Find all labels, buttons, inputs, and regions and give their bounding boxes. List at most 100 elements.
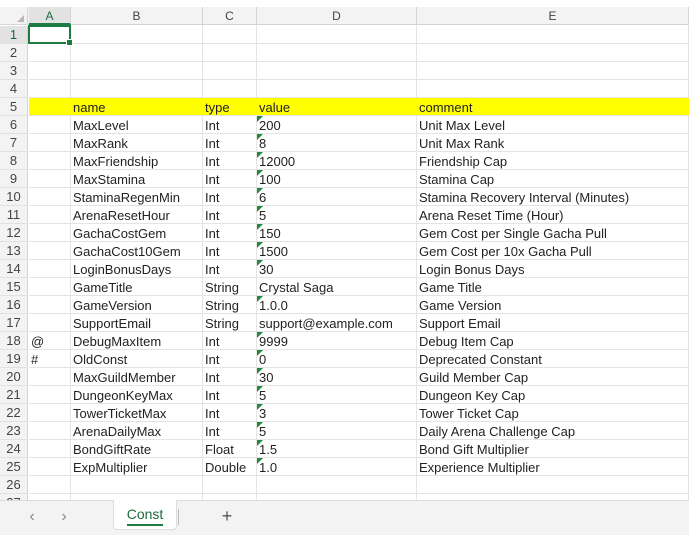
- cell-a10[interactable]: [29, 188, 71, 206]
- select-all-button[interactable]: [0, 7, 28, 25]
- cell-d10[interactable]: 6: [257, 188, 417, 206]
- cell-c11[interactable]: Int: [203, 206, 257, 224]
- cell-e25[interactable]: Experience Multiplier: [417, 458, 689, 476]
- cell-b19[interactable]: OldConst: [71, 350, 203, 368]
- cell-c18[interactable]: Int: [203, 332, 257, 350]
- cell-a21[interactable]: [29, 386, 71, 404]
- cell-d21[interactable]: 5: [257, 386, 417, 404]
- cell-a12[interactable]: [29, 224, 71, 242]
- cell-a22[interactable]: [29, 404, 71, 422]
- add-sheet-button[interactable]: +: [218, 506, 236, 526]
- row-header[interactable]: 25: [0, 458, 28, 476]
- cell-e16[interactable]: Game Version: [417, 296, 689, 314]
- cell-e1[interactable]: [417, 26, 689, 44]
- cell-c2[interactable]: [203, 44, 257, 62]
- row-header[interactable]: 21: [0, 386, 28, 404]
- cell-d5[interactable]: value: [257, 98, 417, 116]
- cell-d6[interactable]: 200: [257, 116, 417, 134]
- cell-d26[interactable]: [257, 476, 417, 494]
- cell-a19[interactable]: #: [29, 350, 71, 368]
- row-header[interactable]: 16: [0, 296, 28, 314]
- cell-c10[interactable]: Int: [203, 188, 257, 206]
- cell-b3[interactable]: [71, 62, 203, 80]
- cell-e15[interactable]: Game Title: [417, 278, 689, 296]
- cell-a6[interactable]: [29, 116, 71, 134]
- cell-d16[interactable]: 1.0.0: [257, 296, 417, 314]
- cell-a20[interactable]: [29, 368, 71, 386]
- cell-d19[interactable]: 0: [257, 350, 417, 368]
- cell-d24[interactable]: 1.5: [257, 440, 417, 458]
- cell-c4[interactable]: [203, 80, 257, 98]
- row-header[interactable]: 20: [0, 368, 28, 386]
- cell-b13[interactable]: GachaCost10Gem: [71, 242, 203, 260]
- cell-d1[interactable]: [257, 26, 417, 44]
- cell-b26[interactable]: [71, 476, 203, 494]
- cell-e13[interactable]: Gem Cost per 10x Gacha Pull: [417, 242, 689, 260]
- cell-c13[interactable]: Int: [203, 242, 257, 260]
- cell-b14[interactable]: LoginBonusDays: [71, 260, 203, 278]
- row-header[interactable]: 12: [0, 224, 28, 242]
- cell-d18[interactable]: 9999: [257, 332, 417, 350]
- cell-c26[interactable]: [203, 476, 257, 494]
- cell-c24[interactable]: Float: [203, 440, 257, 458]
- cell-a3[interactable]: [29, 62, 71, 80]
- cell-e22[interactable]: Tower Ticket Cap: [417, 404, 689, 422]
- cell-e12[interactable]: Gem Cost per Single Gacha Pull: [417, 224, 689, 242]
- cell-c23[interactable]: Int: [203, 422, 257, 440]
- cell-c5[interactable]: type: [203, 98, 257, 116]
- cell-b17[interactable]: SupportEmail: [71, 314, 203, 332]
- cell-c3[interactable]: [203, 62, 257, 80]
- cell-e24[interactable]: Bond Gift Multiplier: [417, 440, 689, 458]
- cell-a7[interactable]: [29, 134, 71, 152]
- cell-d17[interactable]: support@example.com: [257, 314, 417, 332]
- cell-d3[interactable]: [257, 62, 417, 80]
- cell-b9[interactable]: MaxStamina: [71, 170, 203, 188]
- cell-e3[interactable]: [417, 62, 689, 80]
- row-header[interactable]: 11: [0, 206, 28, 224]
- cell-b18[interactable]: DebugMaxItem: [71, 332, 203, 350]
- cell-c20[interactable]: Int: [203, 368, 257, 386]
- cell-e14[interactable]: Login Bonus Days: [417, 260, 689, 278]
- cell-e4[interactable]: [417, 80, 689, 98]
- cell-e10[interactable]: Stamina Recovery Interval (Minutes): [417, 188, 689, 206]
- cell-d22[interactable]: 3: [257, 404, 417, 422]
- cell-b25[interactable]: ExpMultiplier: [71, 458, 203, 476]
- cell-a11[interactable]: [29, 206, 71, 224]
- previous-sheet-button[interactable]: ‹: [24, 508, 40, 526]
- cell-a8[interactable]: [29, 152, 71, 170]
- column-header-a[interactable]: A: [29, 7, 71, 25]
- sheet-tab-const[interactable]: Const: [113, 500, 177, 530]
- row-header[interactable]: 6: [0, 116, 28, 134]
- cell-b2[interactable]: [71, 44, 203, 62]
- cell-c12[interactable]: Int: [203, 224, 257, 242]
- row-header[interactable]: 23: [0, 422, 28, 440]
- cell-d4[interactable]: [257, 80, 417, 98]
- row-header[interactable]: 3: [0, 62, 28, 80]
- row-header[interactable]: 10: [0, 188, 28, 206]
- cell-d14[interactable]: 30: [257, 260, 417, 278]
- cell-e19[interactable]: Deprecated Constant: [417, 350, 689, 368]
- cell-e18[interactable]: Debug Item Cap: [417, 332, 689, 350]
- cell-b16[interactable]: GameVersion: [71, 296, 203, 314]
- cell-e8[interactable]: Friendship Cap: [417, 152, 689, 170]
- row-header[interactable]: 9: [0, 170, 28, 188]
- cell-b22[interactable]: TowerTicketMax: [71, 404, 203, 422]
- cell-e20[interactable]: Guild Member Cap: [417, 368, 689, 386]
- column-header-c[interactable]: C: [203, 7, 257, 25]
- cell-b12[interactable]: GachaCostGem: [71, 224, 203, 242]
- cell-a2[interactable]: [29, 44, 71, 62]
- cell-b21[interactable]: DungeonKeyMax: [71, 386, 203, 404]
- cell-a13[interactable]: [29, 242, 71, 260]
- row-header[interactable]: 15: [0, 278, 28, 296]
- row-header[interactable]: 5: [0, 98, 28, 116]
- cell-e17[interactable]: Support Email: [417, 314, 689, 332]
- row-header[interactable]: 14: [0, 260, 28, 278]
- row-header[interactable]: 1: [0, 26, 28, 44]
- cell-c7[interactable]: Int: [203, 134, 257, 152]
- cell-c14[interactable]: Int: [203, 260, 257, 278]
- cell-b23[interactable]: ArenaDailyMax: [71, 422, 203, 440]
- cell-c16[interactable]: String: [203, 296, 257, 314]
- cell-a14[interactable]: [29, 260, 71, 278]
- cell-b4[interactable]: [71, 80, 203, 98]
- cell-d15[interactable]: Crystal Saga: [257, 278, 417, 296]
